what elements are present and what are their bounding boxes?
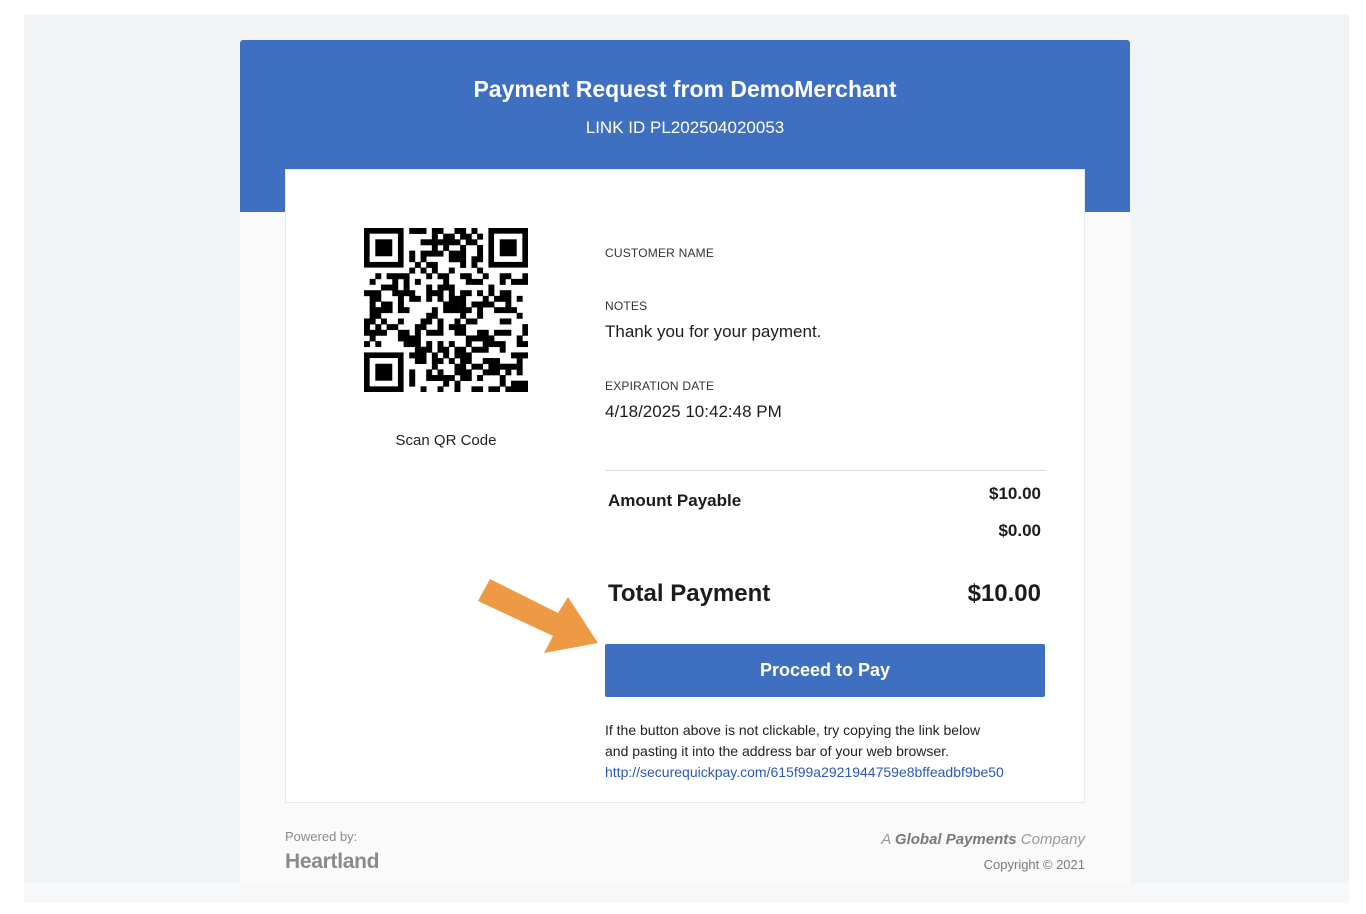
company-prefix: A [881,831,891,848]
qr-label: Scan QR Code [395,432,497,449]
qr-code-icon [364,228,528,392]
powered-by-label: Powered by: [285,829,358,844]
company-name: Global Payments [894,831,1017,848]
notes-value: Thank you for your payment. [605,322,822,341]
amount-payable-label: Amount Payable [608,491,742,510]
arrow-pointer-icon [478,579,598,653]
payment-page: Payment Request from DemoMerchant LINK I… [240,40,1130,883]
company-suffix: Company [1020,831,1085,848]
page-background-bottom [24,883,1349,903]
help-line-1: If the button above is not clickable, tr… [605,722,981,738]
heartland-logo: Heartland [285,850,380,873]
help-text: If the button above is not clickable, tr… [605,720,1004,783]
page-title: Payment Request from DemoMerchant [473,76,897,102]
amount-payable-value: $10.00 [989,484,1041,503]
notes-label: NOTES [605,299,648,313]
footer-company: A Global Payments Company Copyright © 20… [881,831,1085,872]
link-id: LINK ID PL202504020053 [585,118,785,137]
global-payments-logo: A Global Payments Company [881,831,1085,848]
divider [605,470,1046,471]
payment-link[interactable]: http://securequickpay.com/615f99a2921944… [605,764,1004,780]
total-payment-value: $10.00 [967,580,1041,607]
footer-powered-by: Powered by: Heartland [285,829,379,874]
help-line-2: and pasting it into the address bar of y… [605,743,949,759]
secondary-amount-value: $0.00 [998,521,1041,540]
copyright: Copyright © 2021 [983,857,1085,872]
customer-name-label: CUSTOMER NAME [605,246,715,260]
payment-card: Scan QR Code CUSTOMER NAME NOTES Thank y… [285,169,1085,803]
expiration-value: 4/18/2025 10:42:48 PM [605,402,782,421]
expiration-label: EXPIRATION DATE [605,379,715,393]
proceed-to-pay-button[interactable]: Proceed to Pay [605,644,1045,697]
total-payment-label: Total Payment [608,580,771,607]
